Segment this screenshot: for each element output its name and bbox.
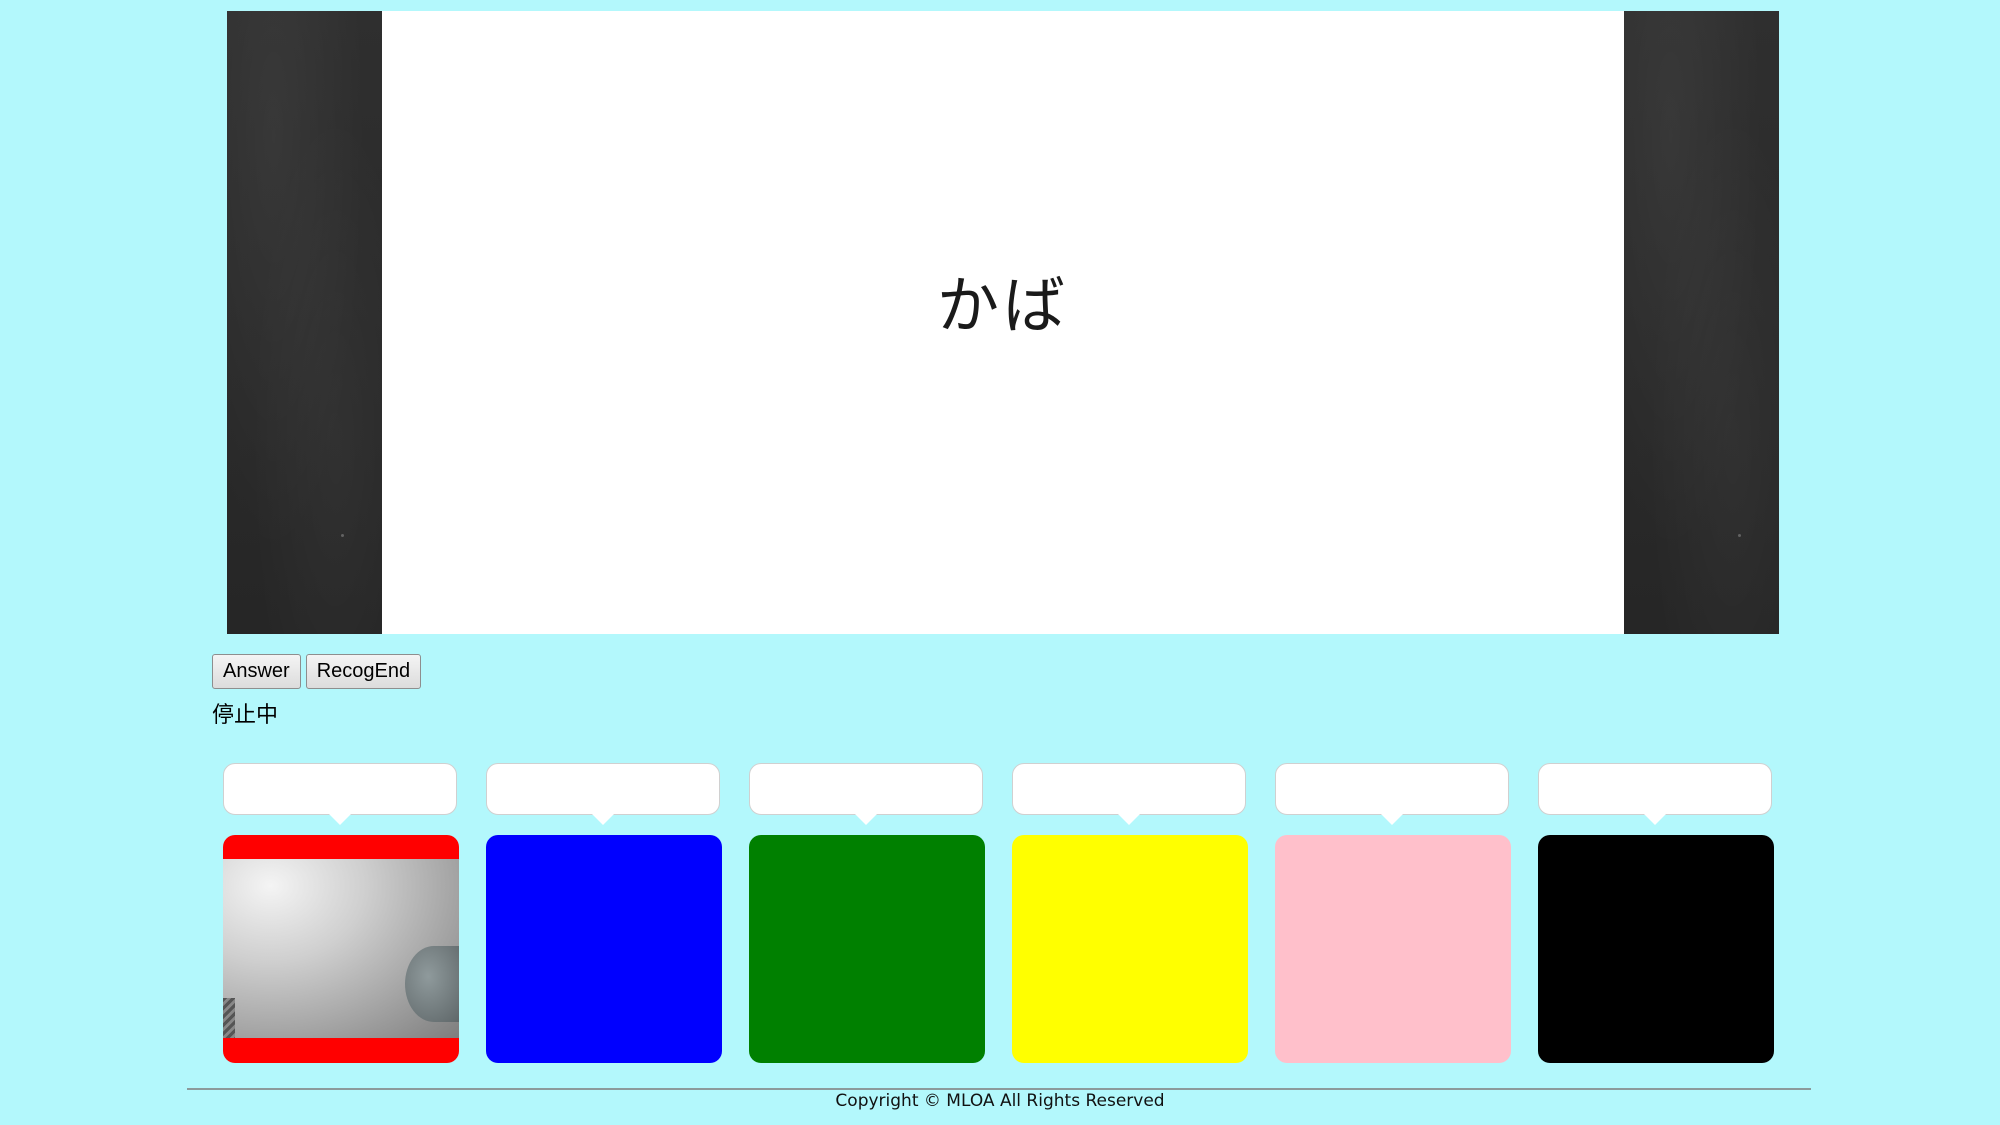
camera-preview [223,859,459,1038]
answer-button[interactable]: Answer [212,654,301,689]
player-slot-blue[interactable] [486,763,722,1063]
color-swatch-pink[interactable] [1275,835,1511,1063]
player-slot-yellow[interactable] [1012,763,1248,1063]
flashcard-word: かば [936,269,1069,342]
color-swatch-black[interactable] [1538,835,1774,1063]
speech-bubble [1538,763,1772,825]
player-slots [223,763,1774,1063]
color-swatch-blue[interactable] [486,835,722,1063]
player-slot-pink[interactable] [1275,763,1511,1063]
speech-bubble [749,763,983,825]
recog-end-button[interactable]: RecogEnd [305,654,422,689]
status-text: 停止中 [212,702,279,727]
copyright-footer: Copyright © MLOA All Rights Reserved [835,1091,1165,1111]
color-swatch-green[interactable] [749,835,985,1063]
chalkboard-left-panel [227,11,382,634]
player-slot-red[interactable] [223,763,459,1063]
flashcard-board: かば [227,11,1779,634]
chalkboard-right-panel [1624,11,1779,634]
speech-bubble [1012,763,1246,825]
control-bar: Answer RecogEnd [212,654,426,689]
player-slot-black[interactable] [1538,763,1774,1063]
player-slot-green[interactable] [749,763,985,1063]
flashcard: かば [382,11,1624,634]
speech-bubble [486,763,720,825]
speech-bubble [223,763,457,825]
color-swatch-yellow[interactable] [1012,835,1248,1063]
speech-bubble [1275,763,1509,825]
color-swatch-red[interactable] [223,835,459,1063]
